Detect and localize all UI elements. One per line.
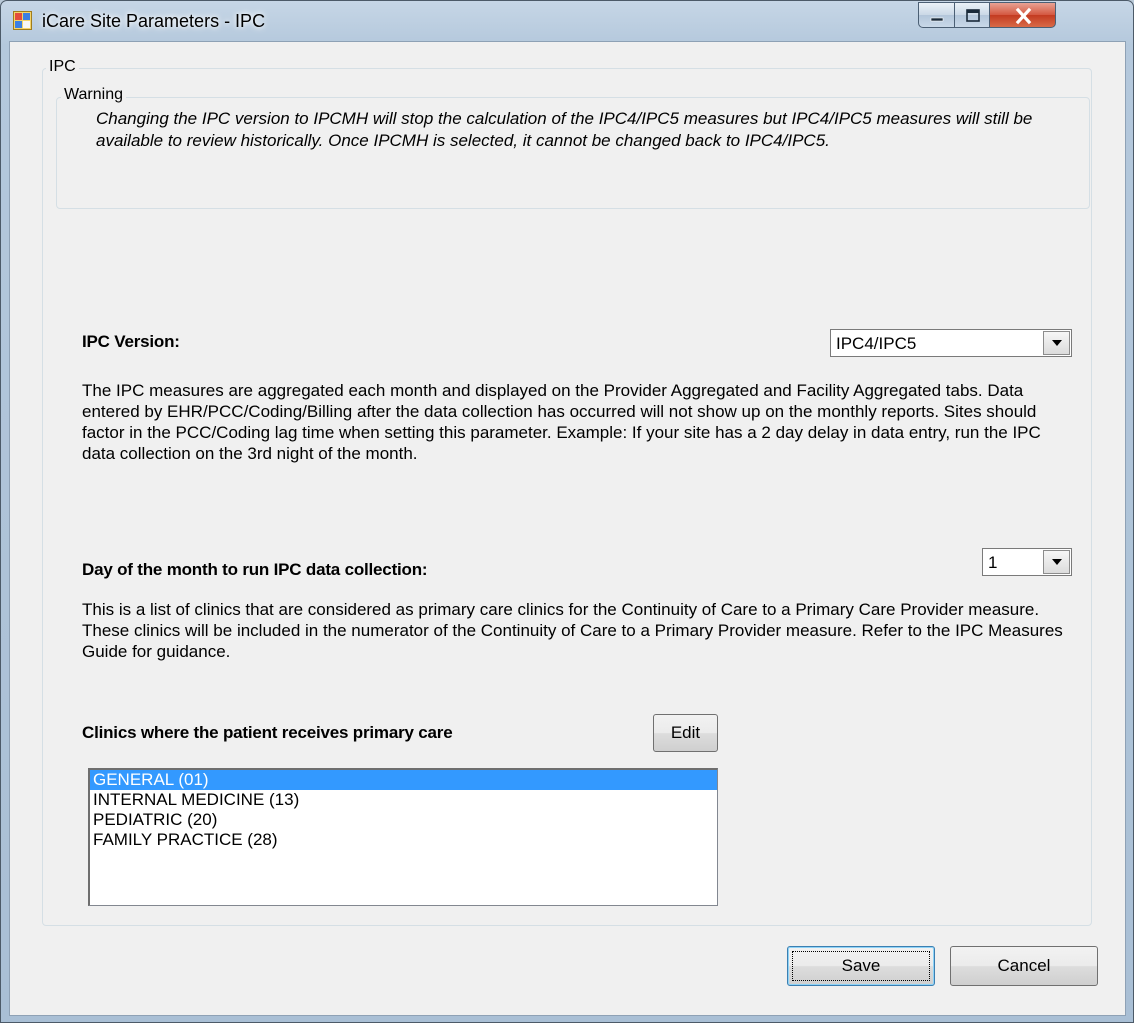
save-button[interactable]: Save	[787, 946, 935, 986]
minimize-icon	[930, 17, 944, 22]
close-icon	[1015, 7, 1032, 25]
chevron-down-icon	[1052, 559, 1062, 565]
ipc-version-label: IPC Version:	[82, 332, 180, 351]
maximize-button[interactable]	[954, 2, 990, 28]
app-icon	[13, 11, 32, 30]
maximize-icon	[966, 9, 980, 22]
day-of-month-select[interactable]: 1	[982, 548, 1072, 576]
ipc-group-legend: IPC	[46, 58, 79, 76]
clinics-label: Clinics where the patient receives prima…	[82, 723, 453, 742]
close-button[interactable]	[989, 2, 1056, 28]
clinics-description: This is a list of clinics that are consi…	[82, 600, 1063, 661]
cancel-button[interactable]: Cancel	[950, 946, 1098, 986]
ipc-version-dropdown-button[interactable]	[1043, 331, 1070, 355]
chevron-down-icon	[1052, 340, 1062, 346]
ipc-version-value: IPC4/IPC5	[836, 334, 917, 353]
list-item[interactable]: GENERAL (01)	[90, 770, 717, 790]
day-of-month-dropdown-button[interactable]	[1043, 550, 1070, 574]
day-of-month-value: 1	[988, 553, 998, 572]
edit-button[interactable]: Edit	[653, 714, 718, 752]
title-bar[interactable]: iCare Site Parameters - IPC	[1, 1, 1133, 41]
window-title: iCare Site Parameters - IPC	[42, 11, 266, 31]
minimize-button[interactable]	[918, 2, 955, 28]
ipc-version-description: The IPC measures are aggregated each mon…	[82, 381, 1041, 463]
ipc-version-select[interactable]: IPC4/IPC5	[830, 329, 1072, 357]
warning-legend: Warning	[61, 86, 126, 104]
warning-text: Changing the IPC version to IPCMH will s…	[96, 109, 1033, 150]
clinics-listbox[interactable]: GENERAL (01) INTERNAL MEDICINE (13) PEDI…	[88, 768, 718, 906]
list-item[interactable]: FAMILY PRACTICE (28)	[90, 830, 717, 850]
day-of-month-label: Day of the month to run IPC data collect…	[82, 560, 428, 579]
list-item[interactable]: PEDIATRIC (20)	[90, 810, 717, 830]
save-button-label: Save	[841, 956, 881, 975]
list-item[interactable]: INTERNAL MEDICINE (13)	[90, 790, 717, 810]
